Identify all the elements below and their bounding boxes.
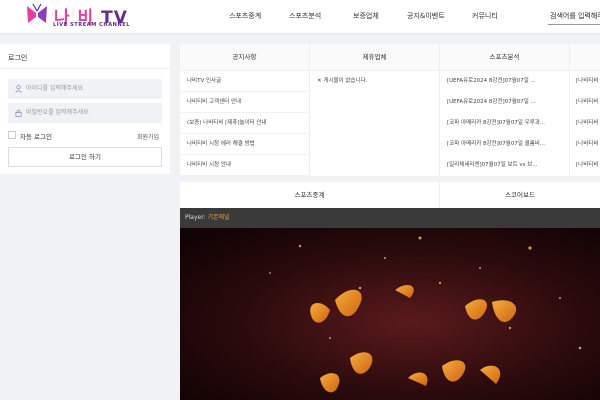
username-field[interactable]: 아이디를 입력해주세요 bbox=[8, 79, 162, 99]
board-panel: 공지사항 나비TV 인사글 나비티비 고객센터 안내 (보증) 나비티비 [제휴… bbox=[180, 44, 600, 176]
logo-tagline: LIVE STREAM CHANNEL bbox=[53, 22, 131, 28]
list-item[interactable]: 나비티비 고객센터 안내 bbox=[180, 92, 309, 113]
nav-community[interactable]: 커뮤니티 bbox=[472, 11, 498, 21]
user-icon bbox=[15, 85, 22, 93]
nav-verified-partners[interactable]: 보증업체 bbox=[353, 11, 379, 21]
partners-header[interactable]: 제휴업체 bbox=[310, 44, 439, 71]
password-field[interactable]: 비밀번호를 입력해주세요 bbox=[8, 103, 162, 123]
content-tabs: 스포츠중계 스코어보드 bbox=[180, 182, 600, 208]
list-item[interactable]: [코파 아메리카 8강전]07월07일 우루과... bbox=[440, 113, 569, 134]
notice-header[interactable]: 공지사항 bbox=[180, 44, 309, 71]
butterfly-logo-icon bbox=[27, 3, 47, 23]
notice-column: 공지사항 나비TV 인사글 나비티비 고객센터 안내 (보증) 나비티비 [제휴… bbox=[180, 44, 310, 176]
auto-login-checkbox[interactable] bbox=[8, 131, 16, 139]
list-item[interactable]: 나비티비 시청 안내 bbox=[180, 155, 309, 176]
extra-header bbox=[570, 44, 600, 71]
player-label: Player: bbox=[185, 214, 206, 221]
nav-sports-live[interactable]: 스포츠중계 bbox=[229, 11, 261, 21]
signup-link[interactable]: 회원가입 bbox=[137, 132, 159, 141]
list-item[interactable]: 나비TV 인사글 bbox=[180, 71, 309, 92]
divider bbox=[0, 68, 170, 69]
tab-sports-live[interactable]: 스포츠중계 bbox=[180, 182, 440, 208]
list-item[interactable]: [코파 아메리카 8강전]07월07일 콜롬비... bbox=[440, 134, 569, 155]
site-header: 나 비 TV LIVE STREAM CHANNEL 스포츠중계 스포츠분석 보… bbox=[0, 0, 600, 34]
nav-sports-analysis[interactable]: 스포츠분석 bbox=[289, 11, 321, 21]
list-item[interactable]: [나비티비 bbox=[570, 113, 600, 134]
list-item[interactable]: [일리체세리엔]07월07일 보트 vs 브... bbox=[440, 155, 569, 176]
analysis-header[interactable]: 스포츠분석 bbox=[440, 44, 569, 71]
list-item[interactable]: [UEFA유로2024 8강전]07월07일 ... bbox=[440, 71, 569, 92]
video-frame bbox=[180, 228, 600, 400]
lock-icon bbox=[15, 109, 22, 117]
list-item[interactable]: [나비티비 bbox=[570, 92, 600, 113]
tab-scoreboard[interactable]: 스코어보드 bbox=[440, 182, 600, 208]
list-item[interactable]: (보증) 나비티비 [제휴]놀이터 안내 bbox=[180, 113, 309, 134]
list-item[interactable]: 나비티비 시청 에러 해결 방법 bbox=[180, 134, 309, 155]
list-item[interactable]: [나비티비 bbox=[570, 155, 600, 176]
login-title: 로그인 bbox=[8, 54, 28, 62]
list-item[interactable]: [나비티비 bbox=[570, 71, 600, 92]
list-item[interactable]: [UEFA유로2024 8강전]07월07일 ... bbox=[440, 92, 569, 113]
extra-column: [나비티비 [나비티비 [나비티비 [나비티비 [나비티비 bbox=[570, 44, 600, 176]
login-button[interactable]: 로그인 하기 bbox=[8, 147, 162, 167]
nav-notice-events[interactable]: 공지&이벤트 bbox=[407, 11, 445, 21]
list-item[interactable]: [나비티비 bbox=[570, 134, 600, 155]
empty-message: ✕ 게시물이 없습니다. bbox=[317, 78, 368, 84]
partners-column: 제휴업체 ✕ 게시물이 없습니다. bbox=[310, 44, 440, 176]
auto-login-label: 자동 로그인 bbox=[20, 133, 52, 141]
password-placeholder: 비밀번호를 입력해주세요 bbox=[26, 109, 89, 116]
username-placeholder: 아이디를 입력해주세요 bbox=[26, 85, 84, 92]
search-input[interactable]: 검색어를 입력해주 bbox=[546, 7, 600, 25]
analysis-column: 스포츠분석 [UEFA유로2024 8강전]07월07일 ... [UEFA유로… bbox=[440, 44, 570, 176]
site-logo[interactable]: 나 비 TV LIVE STREAM CHANNEL bbox=[24, 3, 144, 31]
channel-name[interactable]: 기본채널 bbox=[208, 214, 230, 221]
player-bar: Player: 기본채널 bbox=[180, 208, 600, 228]
video-player[interactable]: Player: 기본채널 bbox=[180, 208, 600, 400]
